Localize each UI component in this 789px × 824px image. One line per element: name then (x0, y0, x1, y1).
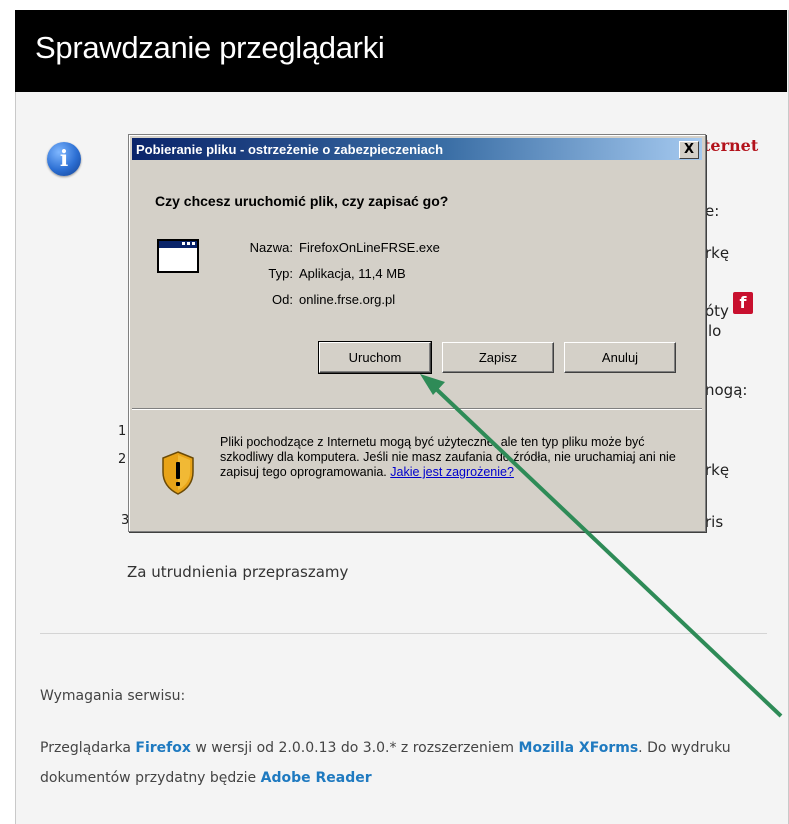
pointer-arrow (420, 374, 783, 718)
